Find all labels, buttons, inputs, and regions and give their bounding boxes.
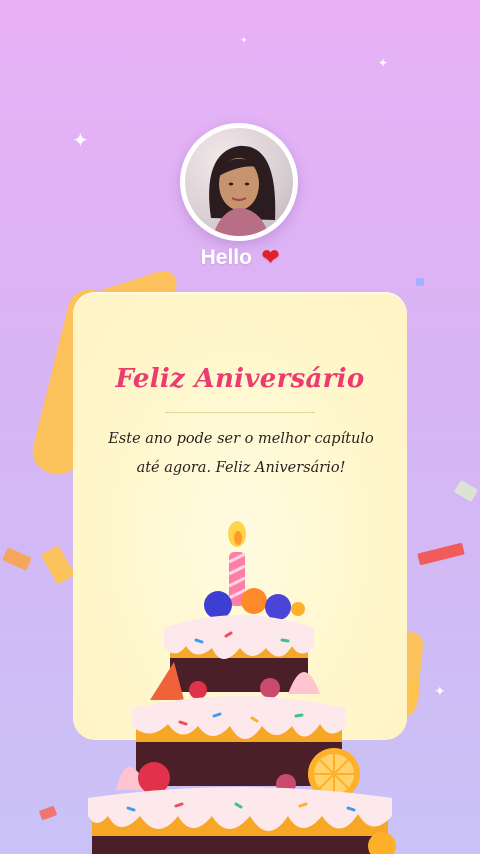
sparkle-icon: ✦ xyxy=(378,56,389,70)
heart-icon: ❤ xyxy=(261,246,280,269)
confetti-icon xyxy=(38,805,58,821)
greeting-text: Hello xyxy=(200,246,252,269)
confetti-icon xyxy=(416,278,424,286)
sparkle-icon: ✦ xyxy=(240,36,248,46)
card-title: Feliz Aniversário xyxy=(115,364,365,394)
greeting: Hello ❤ xyxy=(0,245,480,270)
sparkle-icon: ✦ xyxy=(72,128,89,152)
confetti-icon xyxy=(2,547,32,571)
confetti-icon xyxy=(453,479,479,503)
confetti-icon xyxy=(40,545,76,585)
sparkle-icon: ✦ xyxy=(434,684,446,700)
card-message: Este ano pode ser o melhor capítulo até … xyxy=(108,431,374,476)
divider xyxy=(165,412,315,413)
greeting-card xyxy=(73,292,407,740)
profile-photo xyxy=(185,128,293,236)
confetti-icon xyxy=(417,542,465,566)
avatar xyxy=(180,123,298,241)
